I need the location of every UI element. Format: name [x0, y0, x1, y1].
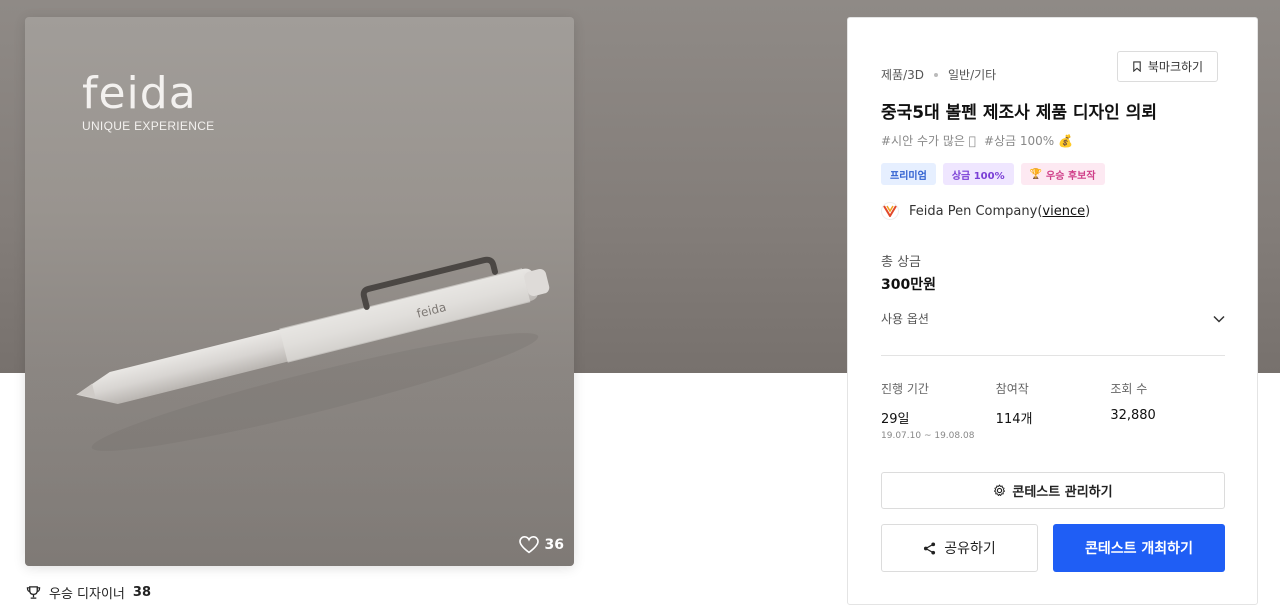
brand-tagline: UNIQUE EXPERIENCE [82, 119, 215, 133]
designer-label: 우승 디자이너 [49, 587, 125, 602]
like-button[interactable]: 36 [518, 536, 564, 554]
hashtag[interactable]: #시안 수가 많은 🏽 [881, 132, 976, 149]
manage-contest-button[interactable]: 콘테스트 관리하기 [881, 472, 1225, 509]
share-label: 공유하기 [944, 541, 996, 557]
subcategory-link[interactable]: 일반/기타 [948, 66, 996, 83]
winning-designer: 우승 디자이너 38 [26, 583, 151, 602]
chevron-down-icon [1213, 315, 1225, 323]
company-name: Feida Pen Company [909, 203, 1038, 219]
hashtags: #시안 수가 많은 🏽 #상금 100% 💰 [881, 132, 1073, 149]
bookmark-icon [1133, 61, 1141, 72]
trophy-icon [26, 586, 41, 599]
category-link[interactable]: 제품/3D [881, 66, 924, 83]
duration-range: 19.07.10 ~ 19.08.08 [881, 431, 975, 441]
bookmark-button[interactable]: 북마크하기 [1117, 51, 1218, 82]
options-label: 사용 옵션 [881, 312, 929, 326]
brand-word: feida [82, 68, 197, 119]
duration-label: 진행 기간 [881, 382, 929, 396]
company-user-link[interactable]: vience [1042, 204, 1085, 219]
badges: 프리미엄 상금 100% 🏆 우승 후보작 [881, 163, 1105, 185]
company-logo [881, 202, 899, 220]
share-icon [924, 541, 936, 555]
share-button[interactable]: 공유하기 [881, 524, 1038, 572]
prize-badge: 상금 100% [942, 163, 1014, 185]
contest-stats: 진행 기간 29일 19.07.10 ~ 19.08.08 참여작 114개 조… [881, 380, 1225, 441]
contest-info-panel: 제품/3D 일반/기타 북마크하기 중국5대 볼펜 제조사 제품 디자인 의뢰 … [847, 17, 1258, 605]
entries-label: 참여작 [995, 382, 1029, 396]
premium-badge: 프리미엄 [881, 163, 936, 185]
stat-entries: 참여작 114개 [996, 380, 1111, 441]
entries-value: 114개 [995, 412, 1033, 427]
contest-title: 중국5대 볼펜 제조사 제품 디자인 의뢰 [881, 103, 1158, 123]
designer-count: 38 [132, 585, 151, 600]
options-toggle[interactable]: 사용 옵션 [881, 310, 1225, 327]
company-logo-icon [883, 205, 897, 217]
host-contest-button[interactable]: 콘테스트 개최하기 [1053, 524, 1225, 572]
total-prize-label: 총 상금 [881, 255, 922, 270]
duration-value: 29일 [881, 412, 910, 427]
heart-icon [518, 536, 539, 554]
gear-icon [994, 484, 1006, 497]
product-image[interactable]: feida feida UNIQUE EXPERIENCE 36 [25, 17, 574, 566]
views-value: 32,880 [1110, 408, 1156, 423]
separator-dot [934, 72, 938, 77]
award-badge: 🏆 우승 후보작 [1020, 163, 1105, 185]
like-count: 36 [544, 537, 564, 553]
brand-logo: feida UNIQUE EXPERIENCE [82, 68, 215, 134]
company-info: Feida Pen Company(vience) [881, 202, 1090, 220]
stat-duration: 진행 기간 29일 19.07.10 ~ 19.08.08 [881, 380, 996, 441]
views-label: 조회 수 [1110, 382, 1148, 396]
hashtag[interactable]: #상금 100% 💰 [984, 132, 1073, 149]
award-badge-label: 우승 후보작 [1046, 170, 1096, 182]
stat-views: 조회 수 32,880 [1110, 380, 1225, 441]
bookmark-label: 북마크하기 [1147, 60, 1204, 74]
trophy-icon: 🏆 [1029, 168, 1043, 180]
total-prize-value: 300만원 [881, 277, 936, 293]
company-close-paren: ) [1085, 203, 1091, 219]
divider [881, 355, 1225, 356]
manage-contest-label: 콘테스트 관리하기 [1012, 485, 1113, 500]
breadcrumb: 제품/3D 일반/기타 [881, 66, 996, 83]
